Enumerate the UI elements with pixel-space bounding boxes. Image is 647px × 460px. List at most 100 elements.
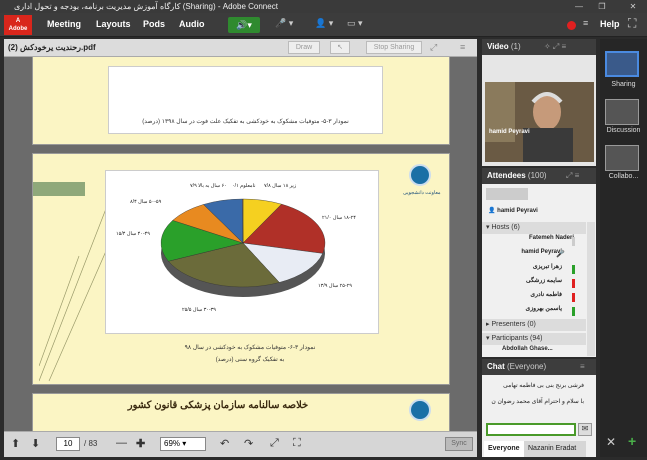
maximize-icon[interactable]: ❐ <box>591 0 613 13</box>
adobe-logo: A Adobe <box>4 15 32 35</box>
window-title: کارگاه آموزش مدیریت برنامه، بودجه و تحول… <box>14 2 278 11</box>
attendee-row[interactable]: یاسمن بهروزی <box>482 305 586 318</box>
layout-sharing-thumb[interactable] <box>605 51 639 77</box>
close-icon[interactable]: ✕ <box>622 0 644 13</box>
pie-label: ۱۸-۲۴ سال ۲۱/۰ <box>322 215 356 221</box>
window-titlebar: کارگاه آموزش مدیریت برنامه، بودجه و تحول… <box>0 0 647 13</box>
menu-layouts[interactable]: Layouts <box>96 19 131 29</box>
page-down-icon[interactable]: ⬇ <box>31 437 40 450</box>
status-bar <box>572 237 575 246</box>
page-up-icon[interactable]: ⬆ <box>11 437 20 450</box>
fit-width-icon[interactable]: ⤢ <box>270 437 279 450</box>
speaker-button[interactable]: 🔊▾ <box>228 17 260 33</box>
fullscreen-icon[interactable]: ⛶ <box>628 16 636 31</box>
tools-icon[interactable]: ✕ <box>606 435 616 449</box>
layout-discussion-thumb[interactable] <box>605 99 639 125</box>
attendee-row[interactable]: فاطمه نادری <box>482 291 586 304</box>
share-filename: رحندیت یرخودکش (2).pdf <box>8 43 96 52</box>
menu-audio[interactable]: Audio <box>179 19 205 29</box>
expand-icon[interactable]: ⤢ <box>430 42 437 53</box>
participants-section-header[interactable]: ▾ Participants (94) <box>482 333 586 345</box>
attendee-name: Fatemeh Naderi <box>528 235 574 241</box>
zoom-in-icon[interactable]: ✚ <box>136 437 145 450</box>
slide-2-caption-line-2: به تفکیک گروه سنی (درصد) <box>215 357 285 363</box>
layout-sharing-label[interactable]: Sharing <box>600 81 647 88</box>
record-icon[interactable] <box>567 21 576 30</box>
chat-pod-header: Chat (Everyone) ≡ <box>482 359 596 375</box>
pie-label: ۲۵-۲۹ سال ۱۳/۹ <box>318 283 352 289</box>
chat-scope: (Everyone) <box>507 362 547 371</box>
microphone-icon[interactable]: 🎤 ▾ <box>275 18 293 29</box>
slide-3-title: خلاصه سالنامه سازمان پزشکی قانون کشور <box>127 400 309 411</box>
status-bar <box>572 307 575 316</box>
camera-icon[interactable]: ▭ ▾ <box>347 18 363 29</box>
zoom-out-icon[interactable]: — <box>116 437 127 449</box>
attendee-name: زهرا تبریزی <box>532 264 562 270</box>
page-number-input[interactable]: 10 <box>56 437 80 451</box>
chat-tab-everyone[interactable]: Everyone <box>484 441 524 457</box>
menu-bar: A Adobe Meeting Layouts Pods Audio 🔊▾ 🎤 ▾… <box>0 13 647 37</box>
pod-options-icon[interactable]: ≡ <box>460 42 465 52</box>
attendee-row[interactable]: hamid Peyravi 🎤 <box>482 249 586 262</box>
status-bar <box>572 279 575 288</box>
slide-2-arrow-decoration <box>33 182 85 196</box>
slide-2-chart-box: زیر ۱۸ سال ۷/۸ ۱۸-۲۴ سال ۲۱/۰ ۲۵-۲۹ سال … <box>105 170 379 334</box>
user-status-icon[interactable]: 👤 ▾ <box>315 18 333 29</box>
pie-label: ۳۰-۳۹ سال ۲۵/۵ <box>182 307 216 313</box>
chat-message: فرشی برنج بنی بی فاطمه تهامی <box>503 383 584 389</box>
user-icon: 👤 <box>488 208 496 214</box>
slide-3: خلاصه سالنامه سازمان پزشکی قانون کشور <box>32 393 450 431</box>
attendee-name: سایمه زرشگی <box>525 278 562 284</box>
undo-icon[interactable]: ↶ <box>220 437 229 450</box>
chat-send-icon[interactable]: ✉ <box>578 423 592 436</box>
menu-meeting[interactable]: Meeting <box>47 19 81 29</box>
video-pod-icons[interactable]: ✧ ⤢ ≡ <box>544 39 566 55</box>
chat-tab-private[interactable]: Nazanin Eradat <box>524 441 586 457</box>
presenter-icon: 🎤 <box>556 251 565 258</box>
pointer-button[interactable]: ↖ <box>330 41 350 54</box>
share-header: رحندیت یرخودکش (2).pdf Draw ↖ Stop Shari… <box>4 39 477 57</box>
my-name: hamid Peyravi <box>497 208 538 214</box>
stop-sharing-button[interactable]: Stop Sharing <box>366 41 422 54</box>
document-toolbar: ⬆ ⬇ 10 / 83 — ✚ 69% ▾ ↶ ↷ ⤢ ⛶ Sync <box>4 431 477 457</box>
attendee-row[interactable]: سایمه زرشگی <box>482 277 586 290</box>
add-layout-icon[interactable]: + <box>628 433 636 449</box>
video-pod-title: Video <box>487 42 509 51</box>
layout-discussion-label[interactable]: Discussion <box>600 127 647 134</box>
redo-icon[interactable]: ↷ <box>244 437 253 450</box>
attendee-name: Abdollah Ghase... <box>502 346 553 352</box>
presenter-video-image <box>485 82 594 162</box>
presenters-section-header[interactable]: ▸ Presenters (0) <box>482 319 586 331</box>
page-total: / 83 <box>84 439 98 448</box>
chat-options-icon[interactable]: ≡ <box>580 359 585 375</box>
presenter-name: hamid Peyravi <box>489 129 530 135</box>
menu-pods[interactable]: Pods <box>143 19 165 29</box>
chat-message: با سلام و احترام آقای محمد رضوان ن <box>491 399 584 405</box>
layout-collaboration-thumb[interactable] <box>605 145 639 171</box>
university-logo-label: معاونت دانشجویی <box>403 190 441 196</box>
hosts-section-header[interactable]: ▾ Hosts (6) <box>482 222 586 234</box>
zoom-select[interactable]: 69% ▾ <box>160 437 206 451</box>
fullscreen-doc-icon[interactable]: ⛶ <box>293 437 301 450</box>
attendees-scrollbar[interactable] <box>587 222 595 356</box>
menu-help[interactable]: Help <box>600 19 620 29</box>
chat-pod-title: Chat <box>487 362 505 371</box>
layout-collaboration-label[interactable]: Collabo... <box>600 173 647 180</box>
pie-label: نامعلوم ۰/۱ <box>232 183 256 189</box>
attendee-row[interactable]: زهرا تبریزی <box>482 263 586 276</box>
attendee-name: یاسمن بهروزی <box>525 306 562 312</box>
chat-input[interactable] <box>486 423 576 436</box>
slide-2: معاونت دانشجویی زیر ۱۸ سال ۷/۸ ۱۸-۲۴ سال… <box>32 153 450 385</box>
menu-more-icon[interactable]: ≡ <box>583 18 588 28</box>
slide-2-caption-line-1: نمودار ۳-۶- متوفیات مشکوک به خودکشی در س… <box>184 345 316 351</box>
draw-button[interactable]: Draw <box>288 41 320 54</box>
pie-label: ۶۰ سال به بالا ۷/۹ <box>190 183 227 189</box>
attendee-row[interactable]: Abdollah Ghase... <box>482 346 586 359</box>
attendee-view-toggle[interactable] <box>486 188 528 200</box>
attendees-options-icon[interactable]: ⤢ ≡ <box>566 168 579 184</box>
minimize-icon[interactable]: — <box>568 0 590 13</box>
sync-button[interactable]: Sync <box>445 437 473 451</box>
video-feed: hamid Peyravi <box>485 82 594 162</box>
document-viewer: نمودار ۳-۵- متوفیات مشکوک به خودکشی به ت… <box>4 57 477 431</box>
attendee-row[interactable]: Fatemeh Naderi <box>482 235 586 248</box>
